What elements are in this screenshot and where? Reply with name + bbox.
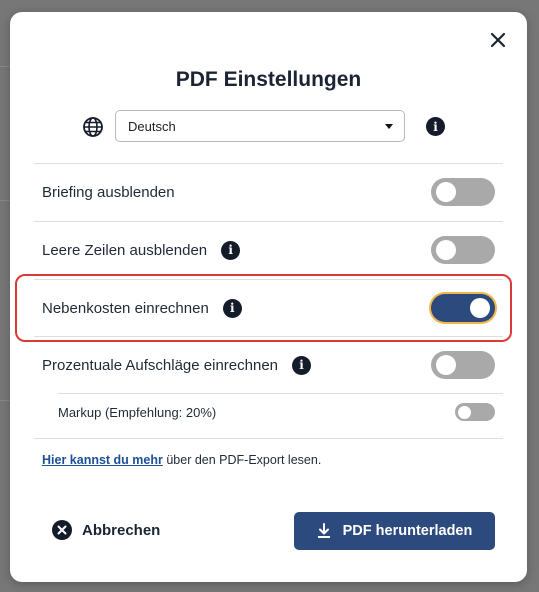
- language-select-value: Deutsch: [128, 118, 176, 134]
- option-markup: Markup (Empfehlung: 20%): [58, 392, 495, 432]
- divider: [34, 221, 503, 222]
- footer-note: Hier kannst du mehr über den PDF-Export …: [42, 453, 321, 467]
- language-row: Deutsch i: [82, 110, 462, 144]
- dialog-title: PDF Einstellungen: [175, 68, 362, 91]
- option-label: Leere Zeilen ausblenden: [42, 241, 208, 259]
- language-select[interactable]: Deutsch: [115, 110, 405, 142]
- info-icon[interactable]: i: [426, 117, 445, 136]
- close-button[interactable]: [487, 29, 509, 51]
- cancel-label: Abbrechen: [82, 521, 161, 539]
- markup-toggle[interactable]: [455, 403, 495, 421]
- x-circle-icon: [52, 520, 72, 540]
- briefing-toggle[interactable]: [431, 178, 495, 206]
- info-icon[interactable]: i: [292, 355, 312, 375]
- option-label: Markup (Empfehlung: 20%): [58, 404, 217, 420]
- footer-text: über den PDF-Export lesen.: [162, 453, 322, 467]
- option-nebenkosten: Nebenkosten einrechnen i: [42, 288, 495, 328]
- toggle-knob: [436, 355, 456, 375]
- globe-icon: [83, 117, 103, 137]
- pdf-settings-dialog: PDF Einstellungen Deutsch i Briefing aus…: [10, 12, 527, 582]
- toggle-knob: [470, 298, 490, 318]
- option-prozentuale-aufschlaege: Prozentuale Aufschläge einrechnen i: [42, 345, 495, 385]
- toggle-knob: [458, 405, 471, 419]
- divider: [34, 163, 503, 164]
- aufschlaege-toggle[interactable]: [431, 351, 495, 379]
- option-label: Briefing ausblenden: [42, 183, 175, 201]
- close-icon: [490, 32, 506, 48]
- more-info-link[interactable]: Hier kannst du mehr: [42, 453, 163, 467]
- info-icon[interactable]: i: [221, 240, 241, 260]
- option-briefing-ausblenden: Briefing ausblenden: [42, 172, 495, 212]
- chevron-down-icon: [385, 124, 393, 129]
- divider: [34, 438, 503, 439]
- leere-zeilen-toggle[interactable]: [431, 236, 495, 264]
- option-label: Nebenkosten einrechnen: [42, 299, 209, 317]
- toggle-knob: [436, 240, 456, 260]
- download-icon: [317, 523, 331, 539]
- download-label: PDF herunterladen: [342, 523, 473, 539]
- option-label: Prozentuale Aufschläge einrechnen: [42, 356, 279, 374]
- nebenkosten-toggle[interactable]: [431, 294, 495, 322]
- info-icon[interactable]: i: [222, 298, 242, 318]
- divider: [34, 336, 503, 337]
- download-pdf-button[interactable]: PDF herunterladen: [294, 512, 495, 550]
- toggle-knob: [436, 182, 456, 202]
- cancel-button[interactable]: Abbrechen: [52, 520, 160, 540]
- option-leere-zeilen: Leere Zeilen ausblenden i: [42, 230, 495, 270]
